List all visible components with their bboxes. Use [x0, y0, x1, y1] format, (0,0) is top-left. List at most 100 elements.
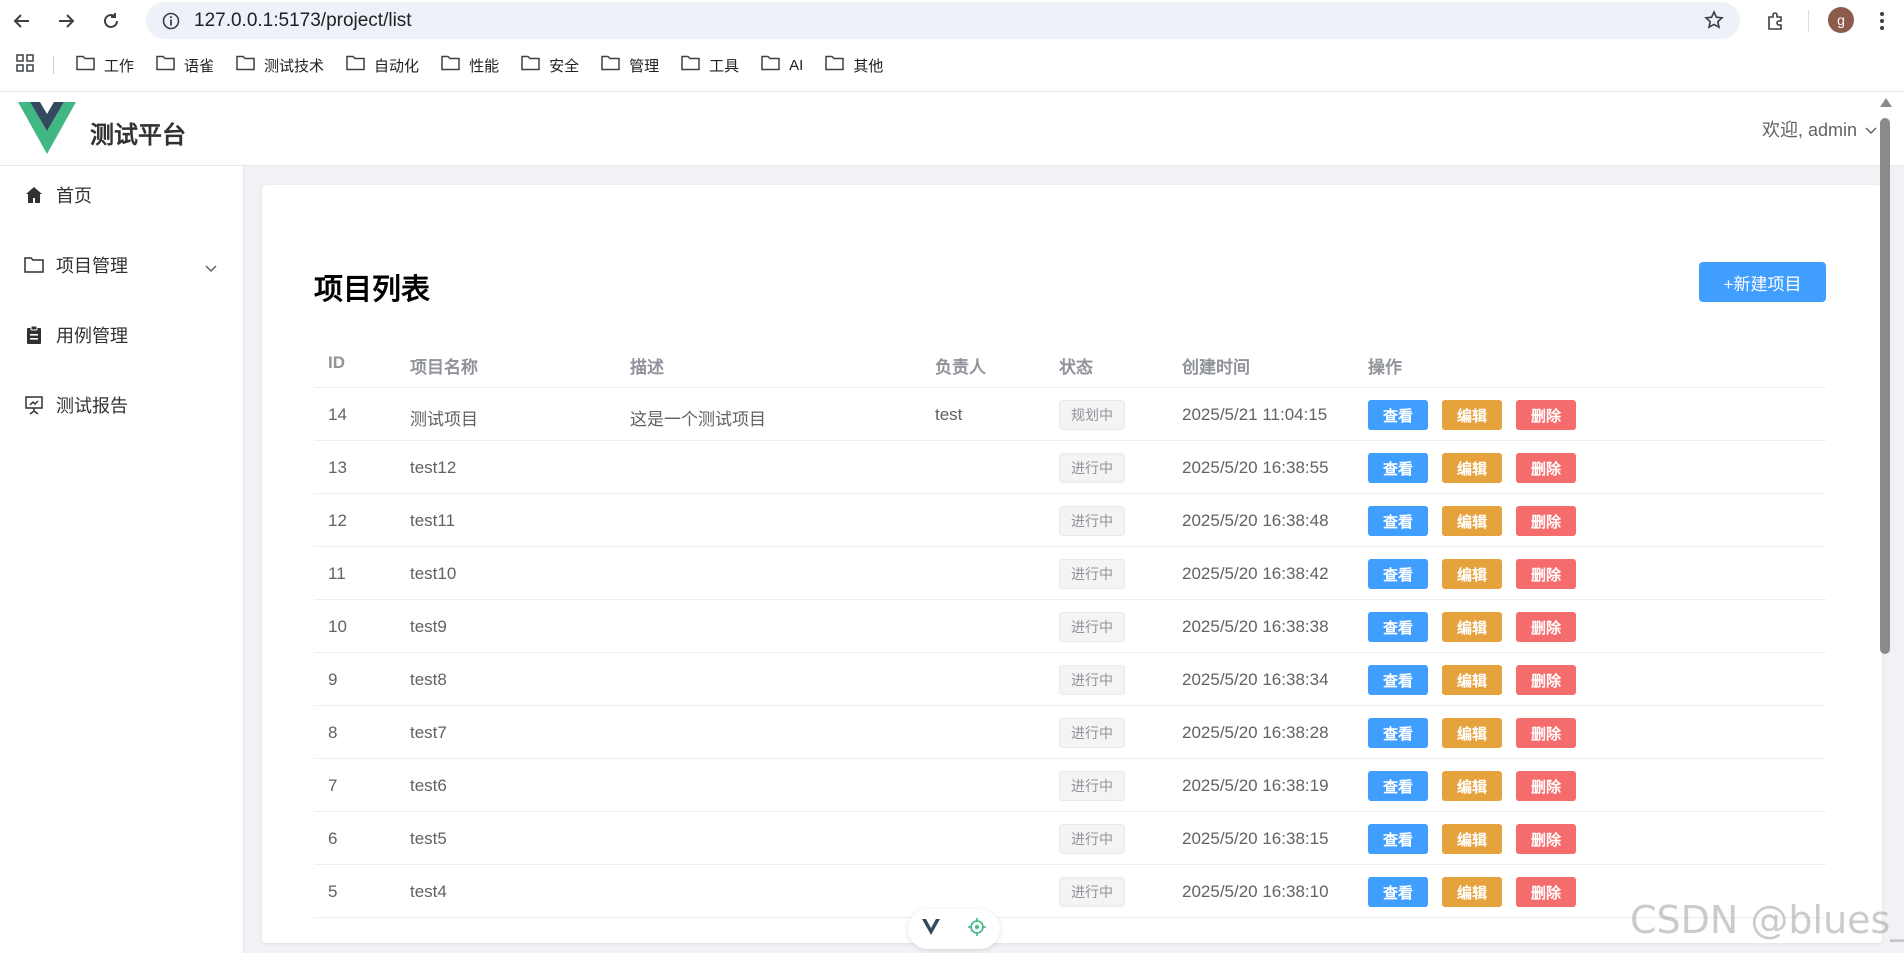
edit-button[interactable]: 编辑	[1442, 824, 1502, 854]
view-button[interactable]: 查看	[1368, 877, 1428, 907]
cell-name: 测试项目	[410, 410, 478, 429]
delete-button[interactable]: 删除	[1516, 400, 1576, 430]
app-header: 测试平台 欢迎, admin	[0, 91, 1904, 166]
profile-avatar[interactable]: g	[1828, 7, 1854, 33]
delete-button[interactable]: 删除	[1516, 718, 1576, 748]
cell-id: 6	[328, 829, 338, 848]
bookmark-folder[interactable]: 语雀	[156, 55, 214, 76]
cell-id: 7	[328, 776, 338, 795]
delete-button[interactable]: 删除	[1516, 824, 1576, 854]
folder-icon	[761, 55, 780, 75]
sidebar-item-label: 用例管理	[56, 326, 128, 346]
bookmark-label: 其他	[853, 57, 884, 75]
address-bar[interactable]: 127.0.0.1:5173/project/list	[146, 2, 1740, 39]
delete-button[interactable]: 删除	[1516, 877, 1576, 907]
view-button[interactable]: 查看	[1368, 718, 1428, 748]
edit-button[interactable]: 编辑	[1442, 877, 1502, 907]
bookmark-folder[interactable]: AI	[761, 55, 803, 75]
reload-icon[interactable]	[96, 6, 126, 36]
sidebar-item-test-report[interactable]: 测试报告	[0, 380, 243, 430]
bookmark-label: 测试技术	[264, 57, 325, 75]
inspector-target-icon[interactable]	[967, 917, 987, 942]
cell-id: 9	[328, 670, 338, 689]
extensions-puzzle-icon[interactable]	[1760, 6, 1790, 36]
bookmark-folder[interactable]: 安全	[521, 55, 579, 76]
vue-devtools-toggle[interactable]	[908, 909, 1000, 949]
sidebar-item-label: 项目管理	[56, 256, 128, 276]
delete-button[interactable]: 删除	[1516, 506, 1576, 536]
view-button[interactable]: 查看	[1368, 771, 1428, 801]
edit-button[interactable]: 编辑	[1442, 453, 1502, 483]
user-menu[interactable]: 欢迎, admin	[1762, 116, 1877, 142]
sidebar-item-home[interactable]: 首页	[0, 170, 243, 220]
cell-owner: test	[935, 405, 963, 424]
user-greeting: 欢迎, admin	[1761, 120, 1857, 140]
edit-button[interactable]: 编辑	[1442, 665, 1502, 695]
watermark: CSDN @blues_C	[1630, 898, 1904, 942]
header-col-desc: 描述	[630, 358, 664, 377]
delete-button[interactable]: 删除	[1516, 612, 1576, 642]
view-button[interactable]: 查看	[1368, 506, 1428, 536]
status-badge: 进行中	[1059, 453, 1125, 483]
table-row: 14 测试项目 这是一个测试项目 test 规划中 2025/5/21 11:04:15 查…	[314, 388, 1826, 441]
bookmark-label: 性能	[469, 57, 500, 75]
vue-devtools-logo-icon[interactable]	[921, 918, 940, 940]
cell-name: test11	[410, 511, 456, 530]
bookmark-folder[interactable]: 工作	[76, 55, 134, 76]
cell-created: 2025/5/20 16:38:38	[1182, 617, 1329, 636]
scroll-up-arrow-icon[interactable]	[1880, 98, 1892, 107]
bookmark-folder[interactable]: 工具	[681, 55, 739, 76]
delete-button[interactable]: 删除	[1516, 453, 1576, 483]
bookmark-folder[interactable]: 测试技术	[236, 55, 324, 76]
bookmark-folder[interactable]: 其他	[825, 55, 883, 76]
cell-id: 10	[328, 617, 347, 636]
apps-grid-icon[interactable]	[16, 54, 34, 77]
cell-created: 2025/5/20 16:38:42	[1182, 564, 1329, 583]
forward-arrow-icon[interactable]	[51, 6, 81, 36]
bookmark-label: 语雀	[184, 57, 215, 75]
view-button[interactable]: 查看	[1368, 453, 1428, 483]
folder-icon	[346, 55, 365, 75]
view-button[interactable]: 查看	[1368, 612, 1428, 642]
status-badge: 进行中	[1059, 559, 1125, 589]
new-project-button[interactable]: +新建项目	[1699, 262, 1826, 302]
scrollbar-thumb[interactable]	[1880, 118, 1890, 654]
view-button[interactable]: 查看	[1368, 400, 1428, 430]
folder-icon	[24, 255, 44, 275]
status-badge: 规划中	[1059, 400, 1125, 430]
view-button[interactable]: 查看	[1368, 824, 1428, 854]
folder-icon	[441, 55, 460, 75]
sidebar-item-case-management[interactable]: 用例管理	[0, 310, 243, 360]
table-row: 8 test7 进行中 2025/5/20 16:38:28 查看 编辑 删除	[314, 706, 1826, 759]
edit-button[interactable]: 编辑	[1442, 506, 1502, 536]
edit-button[interactable]: 编辑	[1442, 718, 1502, 748]
edit-button[interactable]: 编辑	[1442, 771, 1502, 801]
bookmark-folder[interactable]: 管理	[601, 55, 659, 76]
delete-button[interactable]: 删除	[1516, 665, 1576, 695]
bookmark-star-icon[interactable]	[1704, 10, 1724, 36]
cell-created: 2025/5/20 16:38:10	[1182, 882, 1329, 901]
url-text[interactable]: 127.0.0.1:5173/project/list	[194, 10, 412, 32]
edit-button[interactable]: 编辑	[1442, 612, 1502, 642]
navigation-row: 127.0.0.1:5173/project/list g	[0, 0, 1904, 40]
bookmark-folder[interactable]: 性能	[441, 55, 499, 76]
site-info-icon[interactable]	[156, 12, 186, 30]
bookmark-label: AI	[789, 56, 804, 74]
bookmarks-bar: 工作 语雀 测试技术 自动化 性能 安全 管理 工具 AI 其他	[0, 48, 1904, 82]
view-button[interactable]: 查看	[1368, 559, 1428, 589]
sidebar-item-project-management[interactable]: 项目管理	[0, 240, 243, 290]
delete-button[interactable]: 删除	[1516, 771, 1576, 801]
bookmark-folder[interactable]: 自动化	[346, 55, 419, 76]
edit-button[interactable]: 编辑	[1442, 559, 1502, 589]
kebab-menu-icon[interactable]	[1872, 6, 1892, 36]
table-row: 12 test11 进行中 2025/5/20 16:38:48 查看 编辑 删除	[314, 494, 1826, 547]
table-row: 9 test8 进行中 2025/5/20 16:38:34 查看 编辑 删除	[314, 653, 1826, 706]
table-row: 13 test12 进行中 2025/5/20 16:38:55 查看 编辑 删除	[314, 441, 1826, 494]
table-row: 11 test10 进行中 2025/5/20 16:38:42 查看 编辑 删除	[314, 547, 1826, 600]
view-button[interactable]: 查看	[1368, 665, 1428, 695]
back-arrow-icon[interactable]	[7, 6, 37, 36]
folder-icon	[681, 55, 700, 75]
cell-id: 12	[328, 511, 347, 530]
delete-button[interactable]: 删除	[1516, 559, 1576, 589]
edit-button[interactable]: 编辑	[1442, 400, 1502, 430]
